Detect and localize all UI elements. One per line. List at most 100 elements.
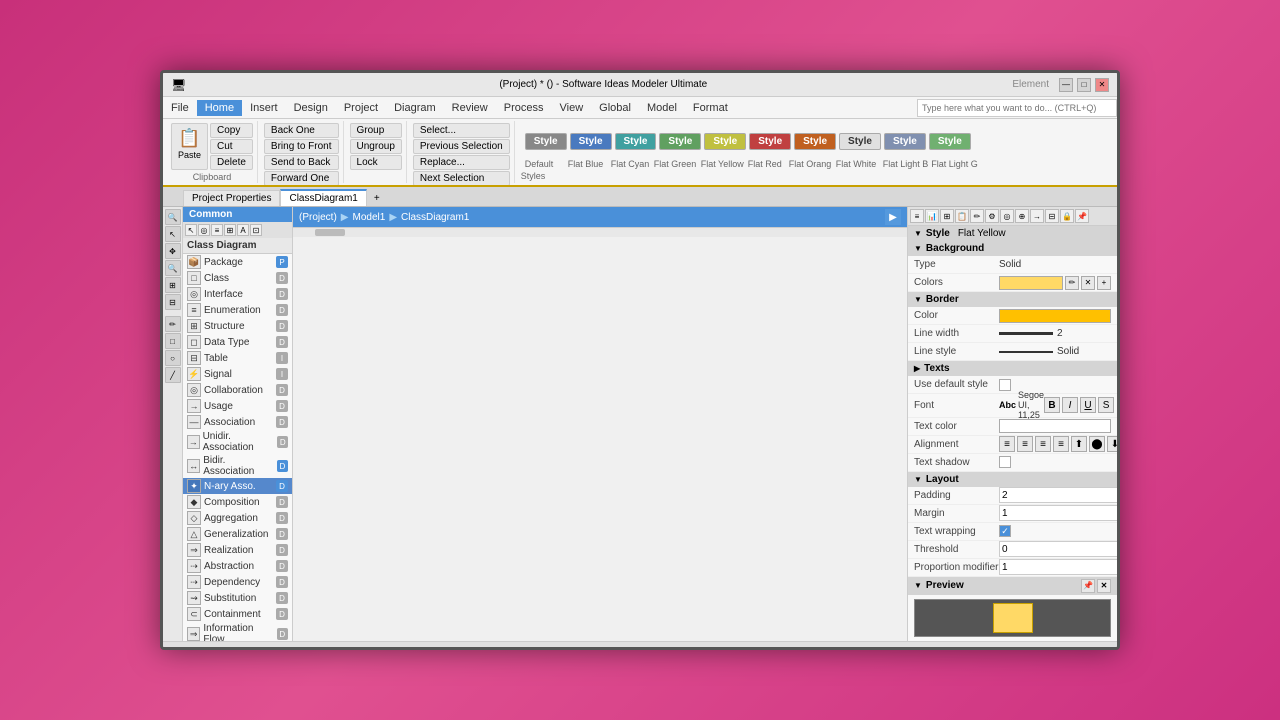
lt-rect[interactable]: □: [165, 333, 181, 349]
rp-icon-10[interactable]: ⊟: [1045, 209, 1059, 223]
lt-pen[interactable]: ✏: [165, 316, 181, 332]
replace-button[interactable]: Replace...: [413, 155, 510, 170]
rp-color-edit[interactable]: ✏: [1065, 276, 1079, 290]
lt-grid[interactable]: ⊞: [165, 277, 181, 293]
rp-icon-8[interactable]: ⊕: [1015, 209, 1029, 223]
lt-zoom[interactable]: 🔍: [165, 260, 181, 276]
sidebar-item-nary-assoc[interactable]: ✦ N-ary Asso. D: [183, 478, 292, 494]
font-underline[interactable]: U: [1080, 397, 1096, 413]
menu-insert[interactable]: Insert: [242, 100, 286, 116]
forward-one-button[interactable]: Forward One: [264, 171, 339, 186]
font-italic[interactable]: I: [1062, 397, 1078, 413]
lt-line[interactable]: ╱: [165, 367, 181, 383]
paste-button[interactable]: 📋 Paste: [171, 123, 208, 170]
sidebar-icon-3[interactable]: ≡: [211, 224, 223, 236]
rp-color-add[interactable]: +: [1097, 276, 1111, 290]
rp-bg-color[interactable]: [999, 276, 1063, 290]
sidebar-item-generalization[interactable]: △ Generalization D: [183, 526, 292, 542]
ungroup-button[interactable]: Ungroup: [350, 139, 402, 154]
style-flat-orange[interactable]: Style: [794, 133, 836, 150]
sidebar-item-dependency[interactable]: ⇢ Dependency D: [183, 574, 292, 590]
rp-layout-section[interactable]: ▼ Layout: [908, 472, 1117, 487]
tab-project-properties[interactable]: Project Properties: [183, 190, 280, 206]
sidebar-item-info-flow[interactable]: ⇒ Information Flow D: [183, 622, 292, 641]
rp-text-color[interactable]: [999, 419, 1111, 433]
preview-close[interactable]: ✕: [1097, 579, 1111, 593]
sidebar-item-containment[interactable]: ⊂ Containment D: [183, 606, 292, 622]
rp-icon-9[interactable]: →: [1030, 209, 1044, 223]
sidebar-icon-2[interactable]: ◎: [198, 224, 210, 236]
rp-background-section[interactable]: ▼ Background: [908, 241, 1117, 256]
preview-pin[interactable]: 📌: [1081, 579, 1095, 593]
rp-preview-section[interactable]: ▼ Preview 📌 ✕: [908, 577, 1117, 595]
tab-class-diagram[interactable]: ClassDiagram1: [280, 189, 366, 206]
menu-model[interactable]: Model: [639, 100, 685, 116]
sidebar-item-collaboration[interactable]: ◎ Collaboration D: [183, 382, 292, 398]
sidebar-item-aggregation[interactable]: ◇ Aggregation D: [183, 510, 292, 526]
maximize-button[interactable]: □: [1077, 78, 1091, 92]
rp-icon-3[interactable]: ⊞: [940, 209, 954, 223]
rp-border-color[interactable]: [999, 309, 1111, 323]
close-button[interactable]: ✕: [1095, 78, 1109, 92]
menu-format[interactable]: Format: [685, 100, 736, 116]
lt-search[interactable]: 🔍: [165, 209, 181, 225]
search-input[interactable]: [917, 99, 1117, 117]
add-tab-button[interactable]: +: [369, 190, 385, 206]
menu-project[interactable]: Project: [336, 100, 386, 116]
align-middle[interactable]: ⬤: [1089, 436, 1105, 452]
sidebar-item-composition[interactable]: ◆ Composition D: [183, 494, 292, 510]
font-bold[interactable]: B: [1044, 397, 1060, 413]
send-to-back-button[interactable]: Send to Back: [264, 155, 339, 170]
rp-icon-6[interactable]: ⚙: [985, 209, 999, 223]
delete-button[interactable]: Delete: [210, 155, 253, 170]
cut-button[interactable]: Cut: [210, 139, 253, 154]
menu-review[interactable]: Review: [444, 100, 496, 116]
sidebar-icon-5[interactable]: A: [237, 224, 249, 236]
rp-icon-7[interactable]: ◎: [1000, 209, 1014, 223]
menu-home[interactable]: Home: [197, 100, 242, 116]
menu-global[interactable]: Global: [591, 100, 639, 116]
group-button[interactable]: Group: [350, 123, 402, 138]
rp-icon-4[interactable]: 📋: [955, 209, 969, 223]
style-flat-green[interactable]: Style: [659, 133, 701, 150]
sidebar-item-realization[interactable]: ⇒ Realization D: [183, 542, 292, 558]
rp-texts-section[interactable]: ▶ Texts: [908, 361, 1117, 376]
align-right[interactable]: ≡: [1035, 436, 1051, 452]
sidebar-icon-1[interactable]: ↖: [185, 224, 197, 236]
align-bottom[interactable]: ⬇: [1107, 436, 1117, 452]
sidebar-item-usage[interactable]: → Usage D: [183, 398, 292, 414]
style-flat-white[interactable]: Style: [839, 133, 881, 150]
style-flat-blue[interactable]: Style: [570, 133, 612, 150]
style-flat-cyan[interactable]: Style: [615, 133, 657, 150]
menu-design[interactable]: Design: [286, 100, 336, 116]
lt-circle[interactable]: ○: [165, 350, 181, 366]
minimize-button[interactable]: —: [1059, 78, 1073, 92]
bring-to-front-button[interactable]: Bring to Front: [264, 139, 339, 154]
align-justify[interactable]: ≡: [1053, 436, 1069, 452]
sidebar-item-table[interactable]: ⊟ Table I: [183, 350, 292, 366]
sidebar-item-substitution[interactable]: ⇝ Substitution D: [183, 590, 292, 606]
rp-style-section[interactable]: ▼ Style Flat Yellow: [908, 226, 1117, 241]
menu-process[interactable]: Process: [496, 100, 552, 116]
sidebar-item-association[interactable]: — Association D: [183, 414, 292, 430]
h-scroll-thumb[interactable]: [315, 229, 345, 236]
back-one-button[interactable]: Back One: [264, 123, 339, 138]
rp-border-section[interactable]: ▼ Border: [908, 292, 1117, 307]
rp-icon-2[interactable]: 📊: [925, 209, 939, 223]
select-button[interactable]: Select...: [413, 123, 510, 138]
sidebar-item-unidir-assoc[interactable]: → Unidir. Association D: [183, 430, 292, 454]
sidebar-item-interface[interactable]: ◎ Interface D: [183, 286, 292, 302]
sidebar-item-enumeration[interactable]: ≡ Enumeration D: [183, 302, 292, 318]
menu-view[interactable]: View: [552, 100, 592, 116]
rp-threshold-input[interactable]: [999, 541, 1117, 557]
align-top[interactable]: ⬆: [1071, 436, 1087, 452]
style-flat-light-b[interactable]: Style: [884, 133, 926, 150]
breadcrumb-nav[interactable]: ▶: [885, 209, 901, 225]
align-center[interactable]: ≡: [1017, 436, 1033, 452]
rp-proportion-input[interactable]: [999, 559, 1117, 575]
rp-margin-input[interactable]: [999, 505, 1117, 521]
sidebar-icon-6[interactable]: ⊡: [250, 224, 262, 236]
rp-padding-input[interactable]: [999, 487, 1117, 503]
lt-snap[interactable]: ⊟: [165, 294, 181, 310]
sidebar-item-bidir-assoc[interactable]: ↔ Bidir. Association D: [183, 454, 292, 478]
